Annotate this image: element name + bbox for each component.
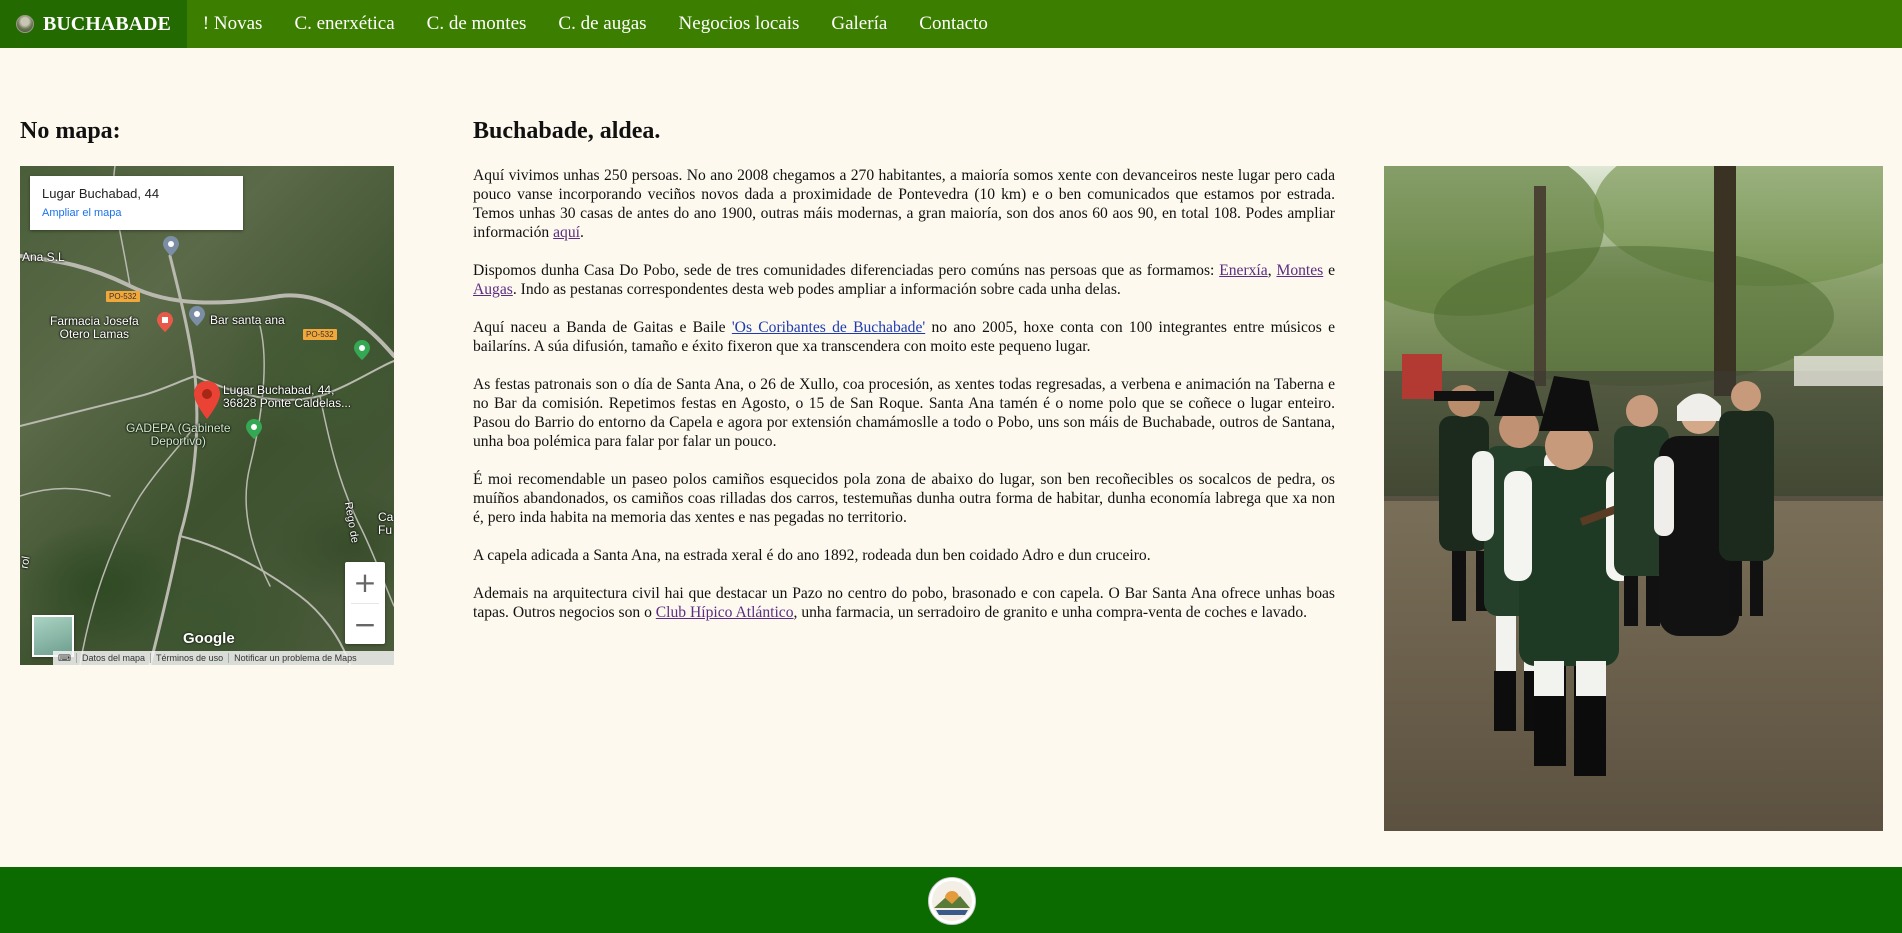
village-logo-icon	[16, 15, 34, 33]
enerxia-link[interactable]: Enerxía	[1219, 262, 1268, 279]
zoom-in-button[interactable]: +	[345, 562, 385, 603]
p7-end: , unha farmacia, un serradoiro de granit…	[793, 604, 1308, 621]
paragraph-casa-do-pobo: Dispomos dunha Casa Do Pobo, sede de tre…	[473, 261, 1335, 299]
coribantes-link[interactable]: 'Os Coribantes de Buchabade'	[732, 319, 925, 336]
montes-link[interactable]: Montes	[1276, 262, 1323, 279]
bagpipe-band-photo	[1384, 166, 1883, 831]
map-label-ca: Ca Fu	[378, 510, 394, 537]
bar-pin-icon[interactable]	[189, 306, 205, 326]
embedded-map[interactable]: Lugar Buchabad, 44 Ampliar el mapa Ana S…	[20, 166, 394, 665]
nav-item-galeria[interactable]: Galería	[815, 0, 903, 48]
road-badge-po532-2: PO-532	[303, 329, 337, 340]
location-marker-icon[interactable]	[194, 381, 220, 419]
nav-item-augas[interactable]: C. de augas	[542, 0, 662, 48]
club-hipico-link[interactable]: Club Hípico Atlántico	[656, 604, 794, 621]
photo-illustration	[1384, 166, 1883, 831]
nav-item-enerxetica[interactable]: C. enerxética	[278, 0, 410, 48]
road-badge-po532: PO-532	[106, 291, 140, 302]
footer-logo-art	[932, 881, 972, 921]
augas-link[interactable]: Augas	[473, 281, 513, 298]
nav-item-negocios[interactable]: Negocios locais	[663, 0, 816, 48]
map-report-link[interactable]: Notificar un problema de Maps	[228, 653, 362, 663]
p2-sep2: e	[1323, 262, 1335, 279]
paragraph-population: Aquí vivimos unhas 250 persoas. No ano 2…	[473, 166, 1335, 242]
map-label-rol: rol	[20, 555, 33, 570]
nav-item-novas[interactable]: ! Novas	[187, 0, 279, 48]
hiking-pin-icon[interactable]	[354, 340, 370, 360]
article-body: Aquí vivimos unhas 250 persoas. No ano 2…	[473, 166, 1335, 641]
p2-text: Dispomos dunha Casa Do Pobo, sede de tre…	[473, 262, 1220, 279]
map-label-gadepa: GADEPA (Gabinete Deportivo)	[126, 421, 231, 448]
paragraph-paseo: É moi recomendable un paseo polos camiño…	[473, 471, 1335, 526]
map-label-bar: Bar santa ana	[210, 313, 285, 327]
map-place-name: Lugar Buchabad, 44	[42, 186, 160, 201]
zoom-control: + −	[345, 562, 385, 644]
p1-end: .	[579, 224, 584, 241]
map-label-ana: Ana S.L	[22, 250, 65, 264]
brand-link[interactable]: BUCHABADE	[0, 0, 187, 48]
nav-item-montes[interactable]: C. de montes	[411, 0, 543, 48]
paragraph-capela: A capela adicada a Santa Ana, na estrada…	[473, 547, 1151, 564]
brand-label: BUCHABADE	[43, 12, 171, 35]
more-info-link[interactable]: aquí	[553, 224, 580, 241]
enlarge-map-link[interactable]: Ampliar el mapa	[42, 207, 121, 219]
nav-item-contacto[interactable]: Contacto	[903, 0, 1004, 48]
keyboard-icon[interactable]: ⌨	[53, 653, 76, 664]
top-nav: BUCHABADE ! Novas C. enerxética C. de mo…	[0, 0, 1902, 48]
map-pin-gray-icon[interactable]	[163, 236, 179, 256]
map-attribution-bar: ⌨ Datos del mapa Términos de uso Notific…	[53, 651, 394, 665]
map-label-farmacia: Farmacia Josefa Otero Lamas	[50, 314, 139, 341]
article-heading: Buchabade, aldea.	[473, 118, 661, 144]
map-place-card: Lugar Buchabad, 44 Ampliar el mapa	[30, 176, 243, 230]
sport-pin-icon[interactable]	[246, 419, 262, 439]
map-label-lugar: Lugar Buchabad, 44, 36828 Ponte Caldelas…	[223, 383, 352, 410]
map-data-link[interactable]: Datos del mapa	[76, 653, 150, 663]
paragraph-banda: Aquí naceu a Banda de Gaitas e Baile 'Os…	[473, 318, 1335, 356]
footer-logo-icon[interactable]	[928, 877, 976, 925]
map-terms-link[interactable]: Términos de uso	[150, 653, 228, 663]
p1-text: Aquí vivimos unhas 250 persoas. No ano 2…	[473, 167, 1335, 241]
google-logo: Google	[183, 630, 235, 647]
paragraph-arquitectura: Ademais na arquitectura civil hai que de…	[473, 584, 1335, 622]
zoom-out-button[interactable]: −	[345, 604, 385, 645]
pharmacy-pin-icon[interactable]	[157, 312, 173, 332]
page-footer	[0, 867, 1902, 933]
p2-end: . Indo as pestanas correspondentes desta…	[512, 281, 1121, 298]
map-heading: No mapa:	[20, 118, 121, 144]
paragraph-festas: As festas patronais son o día de Santa A…	[473, 376, 1335, 450]
p3-text: Aquí naceu a Banda de Gaitas e Baile	[473, 319, 732, 336]
